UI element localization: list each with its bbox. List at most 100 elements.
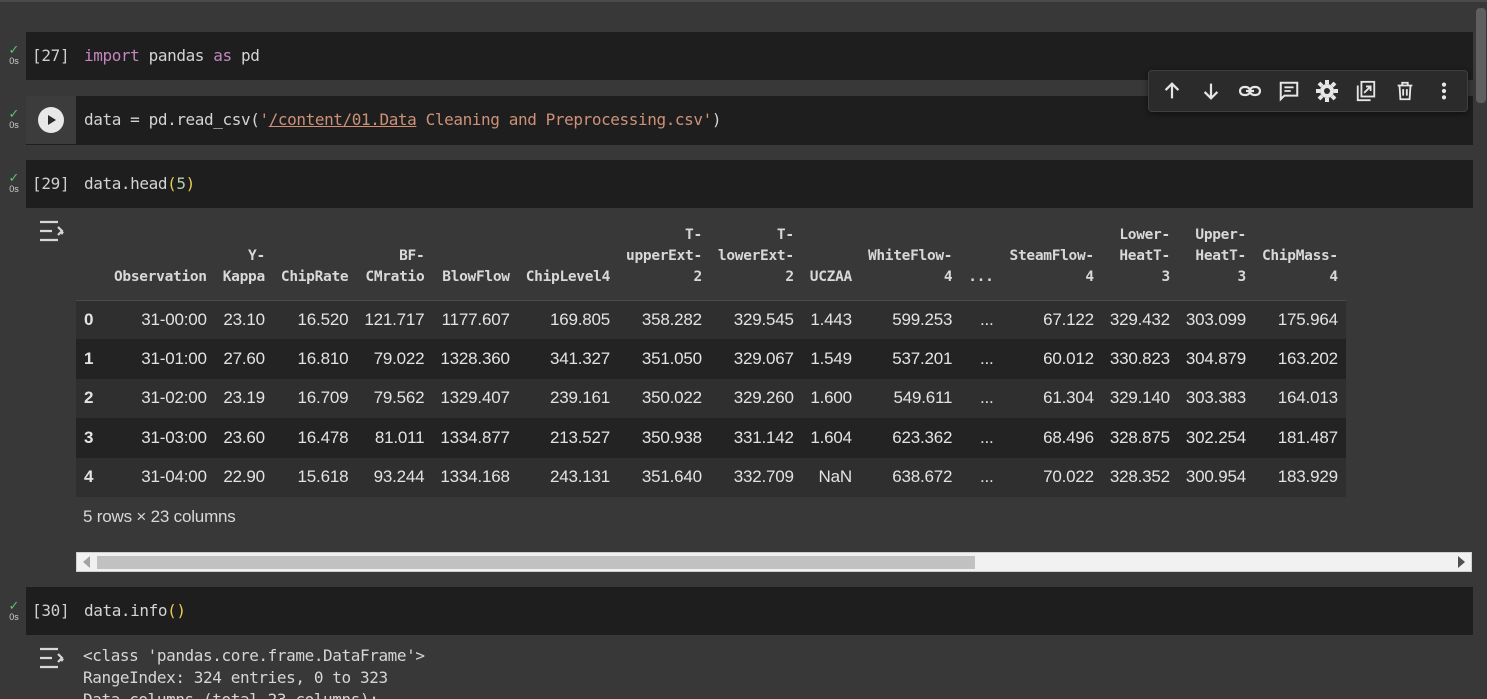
table-cell: 31-01:00 [106, 339, 215, 379]
table-cell: ... [960, 339, 1002, 379]
table-cell: 23.19 [214, 378, 273, 419]
table-cell: 175.964 [1253, 300, 1346, 340]
table-cell: 638.672 [859, 457, 961, 497]
column-header: ... [960, 216, 1002, 301]
column-header-text: upperExt- [626, 247, 702, 264]
copy-link-button[interactable] [1234, 75, 1266, 107]
table-cell: 61.304 [1001, 378, 1102, 419]
cell-status: ✓ 0s [4, 107, 24, 130]
table-cell: 79.022 [356, 339, 433, 379]
column-header: Upper- HeatT- 3 [1177, 216, 1254, 301]
code-text[interactable]: data.head(5) [84, 174, 195, 193]
table-cell: 1.600 [801, 378, 860, 419]
code-text[interactable]: data.info() [84, 601, 186, 620]
table-cell: ... [960, 378, 1002, 419]
table-cell: 328.352 [1101, 457, 1178, 497]
delete-cell-button[interactable] [1389, 75, 1421, 107]
info-output: <class 'pandas.core.frame.DataFrame'> Ran… [83, 645, 425, 699]
execution-count: [30] [32, 601, 70, 620]
column-header-text: BF- [399, 247, 425, 264]
table-cell: 1328.360 [432, 339, 518, 379]
table-cell: 302.254 [1177, 418, 1254, 458]
row-index: 1 [76, 339, 106, 379]
scroll-right-icon[interactable] [1458, 556, 1465, 568]
table-cell: 351.050 [618, 339, 710, 379]
column-header: ChipMass- 4 [1253, 216, 1346, 301]
table-cell: 183.929 [1253, 457, 1346, 497]
table-cell: 68.496 [1001, 418, 1102, 458]
table-cell: 330.823 [1101, 339, 1178, 379]
table-cell: 27.60 [214, 339, 273, 379]
column-header-text: 2 [693, 268, 702, 285]
code-cell-head[interactable]: [29] data.head(5) [26, 160, 1473, 208]
output-actions-icon[interactable] [38, 645, 66, 671]
column-header: Lower- HeatT- 3 [1101, 216, 1178, 301]
column-header-text: HeatT- [1195, 247, 1246, 264]
table-cell: 31-00:00 [106, 300, 215, 340]
table-cell: 303.099 [1177, 300, 1254, 340]
run-cell-button[interactable] [26, 96, 76, 144]
column-header-text: 2 [785, 268, 794, 285]
vertical-scrollbar[interactable] [1476, 8, 1486, 103]
table-cell: 181.487 [1253, 418, 1346, 458]
add-comment-button[interactable] [1273, 75, 1305, 107]
table-cell: 341.327 [517, 339, 619, 379]
exec-time: 0s [9, 56, 19, 66]
move-down-button[interactable] [1195, 75, 1227, 107]
column-header-text: 4 [943, 268, 953, 285]
table-cell: 350.938 [618, 418, 710, 458]
column-header: ChipRate [272, 216, 357, 301]
more-vert-icon [1441, 82, 1446, 100]
check-icon: ✓ [8, 598, 20, 613]
table-row: 1 31-01:00 27.60 16.810 79.022 1328.360 341.32… [76, 339, 1346, 379]
play-icon [38, 107, 64, 133]
table-cell: ... [960, 418, 1002, 458]
table-row: 3 31-03:00 23.60 16.478 81.011 1334.877 213.52… [76, 418, 1346, 458]
table-cell: 164.013 [1253, 378, 1346, 419]
column-header: WhiteFlow- 4 [859, 216, 961, 301]
column-header: SteamFlow- 4 [1001, 216, 1102, 301]
column-header-text: Upper- [1195, 226, 1246, 243]
scroll-left-icon[interactable] [83, 556, 90, 568]
more-actions-button[interactable] [1428, 75, 1460, 107]
column-header-text: 4 [1085, 268, 1094, 285]
column-header-text: T- [685, 226, 702, 243]
column-header: UCZAA [801, 216, 860, 301]
cell-toolbar [1148, 70, 1468, 112]
table-cell: 303.383 [1177, 378, 1254, 419]
arrow-up-icon [1165, 82, 1180, 99]
column-header: ChipLevel4 [517, 216, 619, 301]
top-divider [0, 0, 1487, 2]
settings-icon [1316, 80, 1339, 102]
table-cell: 81.011 [356, 418, 433, 458]
table-cell: 329.260 [709, 378, 802, 419]
table-cell: 243.131 [517, 457, 619, 497]
column-header-text: ChipLevel4 [525, 268, 611, 285]
cell-status: ✓ 0s [4, 598, 24, 622]
column-header: T-upperExt- 2 [618, 216, 710, 301]
code-cell-info[interactable]: [30] data.info() [26, 587, 1473, 635]
colab-notebook: ✓ 0s [27] import pandas as pd ✓ 0s data … [0, 0, 1487, 699]
row-index: 4 [76, 457, 106, 497]
comment-icon [1279, 81, 1298, 102]
cell-settings-button[interactable] [1311, 75, 1343, 107]
horizontal-scrollbar[interactable] [76, 552, 1472, 572]
table-cell: 549.611 [859, 378, 961, 419]
table-cell: 1334.168 [432, 457, 518, 497]
code-text[interactable]: data = pd.read_csv('/content/01.Data Cle… [84, 110, 722, 129]
code-text[interactable]: import pandas as pd [84, 46, 260, 65]
output-actions-icon[interactable] [38, 218, 66, 244]
delete-icon [1397, 81, 1413, 101]
move-up-button[interactable] [1156, 75, 1188, 107]
scrollbar-thumb[interactable] [97, 556, 975, 569]
column-header-text: SteamFlow- [1009, 247, 1095, 264]
column-header: Y- Kappa [214, 216, 273, 301]
table-cell: 537.201 [859, 339, 961, 379]
mirror-cell-button[interactable] [1350, 75, 1382, 107]
table-cell: 15.618 [272, 457, 357, 497]
table-cell: NaN [801, 457, 860, 497]
table-cell: 23.60 [214, 418, 273, 458]
table-cell: 623.362 [859, 418, 961, 458]
table-cell: 329.140 [1101, 378, 1178, 419]
info-line: RangeIndex: 324 entries, 0 to 323 [83, 668, 388, 687]
